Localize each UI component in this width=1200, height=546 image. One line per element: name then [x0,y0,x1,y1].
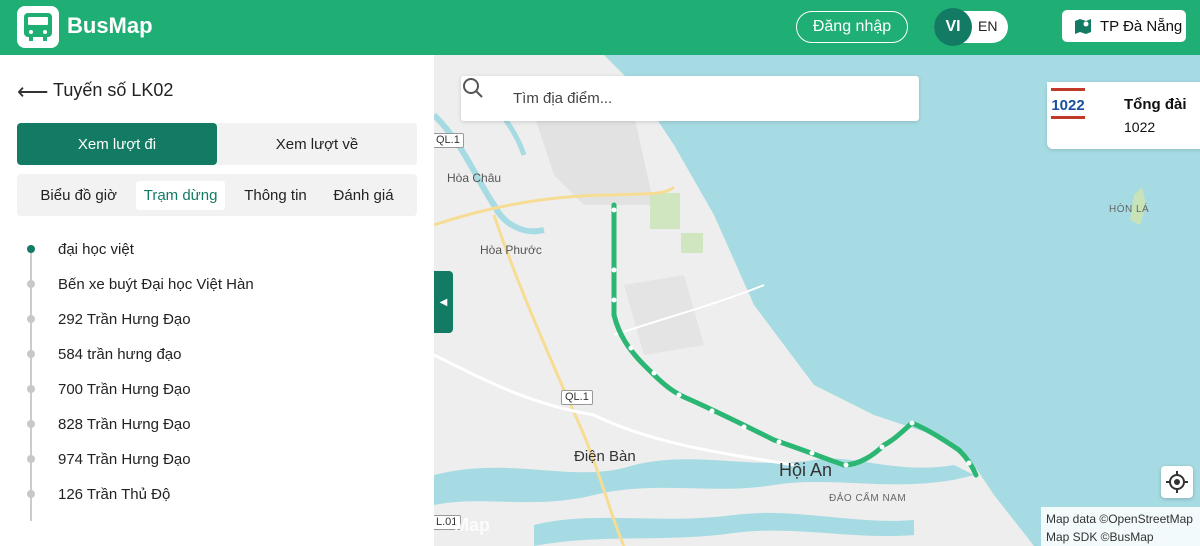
road-shield-ql1: QL.1 [434,133,464,148]
route-stop-marker[interactable] [709,408,715,414]
route-stop-marker[interactable] [843,462,849,468]
stop-dot-icon [27,245,35,253]
brand-name[interactable]: BusMap [67,13,153,39]
map-attribution: Map data ©OpenStreetMap Map SDK ©BusMap [1041,507,1200,546]
tab-stops[interactable]: Trạm dừng [135,180,226,210]
route-stop-marker[interactable] [676,392,682,398]
map-label-hoi-an: Hội An [779,460,833,480]
hotline-card[interactable]: 1022 Tổng đài 1022 [1047,82,1200,149]
map-label-hon-la: HÒN LÁ [1109,204,1150,215]
route-tabs: Biểu đồ giờ Trạm dừng Thông tin Đánh giá [17,174,417,216]
stop-name: 828 Trần Hưng Đạo [58,415,191,433]
route-stop-marker[interactable] [611,207,617,213]
urban-area [534,115,654,205]
list-item[interactable]: Bến xe buýt Đại học Việt Hàn [26,274,406,294]
list-item[interactable]: 292 Trần Hưng Đạo [26,309,406,329]
lang-vi-button[interactable]: VI [934,8,972,46]
route-sidebar: ⟵ Tuyến số LK02 Xem lượt đi Xem lượt về … [0,55,434,546]
list-item[interactable]: 584 trần hưng đạo [26,344,406,364]
route-stop-marker[interactable] [909,420,915,426]
list-item[interactable]: đại học việt [26,239,406,259]
search-input[interactable] [513,76,903,121]
stop-name: đại học việt [58,240,134,258]
hotline-logo: 1022 [1047,82,1089,124]
route-title: Tuyến số LK02 [53,80,174,100]
bus-icon [24,13,52,41]
route-stop-marker[interactable] [741,424,747,430]
back-arrow-icon[interactable]: ⟵ [17,79,49,105]
return-button[interactable]: Xem lượt về [217,123,417,165]
stop-dot-icon [27,490,35,498]
hotline-number: 1022 [1124,119,1156,135]
city-selector-button[interactable]: TP Đà Nẵng [1062,10,1186,42]
language-switch[interactable]: VI EN [934,8,1008,46]
map-label-hoa-chau: Hòa Châu [447,171,502,185]
hotline-logo-text: 1022 [1051,97,1084,114]
crosshair-icon [1166,471,1188,493]
tab-info[interactable]: Thông tin [236,181,315,210]
city-label: TP Đà Nẵng [1100,17,1183,35]
map-view[interactable]: Hòa Châu Hòa Phước Điện Bàn Hội An HÒN L… [434,55,1200,546]
list-item[interactable]: 700 Trần Hưng Đạo [26,379,406,399]
list-item[interactable]: 828 Trần Hưng Đạo [26,414,406,434]
route-stop-marker[interactable] [776,439,782,445]
stop-dot-icon [27,420,35,428]
route-stop-marker[interactable] [809,450,815,456]
login-button[interactable]: Đăng nhập [796,11,908,43]
direction-toggle: Xem lượt đi Xem lượt về [17,123,417,165]
list-item[interactable]: 126 Trần Thủ Độ [26,484,406,504]
route-stop-marker[interactable] [879,444,885,450]
busmap-logo[interactable] [17,6,59,48]
lang-en-button[interactable]: EN [978,18,997,34]
route-stop-marker[interactable] [966,460,972,466]
locate-me-button[interactable] [1161,466,1193,498]
route-stop-marker[interactable] [611,297,617,303]
stop-name: 700 Trần Hưng Đạo [58,380,191,398]
stop-name: 584 trần hưng đạo [58,345,182,363]
stop-dot-icon [27,280,35,288]
map-search-box [461,76,919,121]
list-item[interactable]: 974 Trần Hưng Đạo [26,449,406,469]
attribution-busmap[interactable]: Map SDK ©BusMap [1046,528,1195,546]
park-area [650,193,680,229]
route-stop-marker[interactable] [611,267,617,273]
stop-dot-icon [27,385,35,393]
chevron-left-icon: ◀ [439,296,448,308]
stop-name: Bến xe buýt Đại học Việt Hàn [58,275,254,293]
collapse-sidebar-button[interactable]: ◀ [434,271,453,333]
map-watermark: Map [454,515,490,535]
river-shape [534,512,914,546]
stop-name: 974 Trần Hưng Đạo [58,450,191,468]
tab-schedule[interactable]: Biểu đồ giờ [32,181,125,210]
search-icon[interactable] [461,76,485,100]
stop-name: 126 Trần Thủ Độ [58,485,171,503]
tab-reviews[interactable]: Đánh giá [326,181,402,210]
stop-dot-icon [27,455,35,463]
stop-name: 292 Trần Hưng Đạo [58,310,191,328]
map-label-dien-ban: Điện Bàn [574,448,636,465]
map-icon [1075,19,1091,34]
app-header: BusMap Đăng nhập VI EN TP Đà Nẵng [0,0,1200,55]
stop-dot-icon [27,315,35,323]
attribution-osm[interactable]: Map data ©OpenStreetMap [1046,510,1195,528]
road-shield-ql1: QL.1 [561,390,593,405]
park-area [681,233,703,253]
map-label-dao-cam-nam: ĐẢO CẨM NAM [829,493,907,504]
route-stop-marker[interactable] [628,345,634,351]
urban-area [624,275,704,355]
hotline-title: Tổng đài [1124,96,1187,113]
road-line [434,185,675,227]
route-stop-marker[interactable] [651,370,657,376]
outbound-button[interactable]: Xem lượt đi [17,123,217,165]
map-label-hoa-phuoc: Hòa Phước [480,243,542,257]
stop-dot-icon [27,350,35,358]
